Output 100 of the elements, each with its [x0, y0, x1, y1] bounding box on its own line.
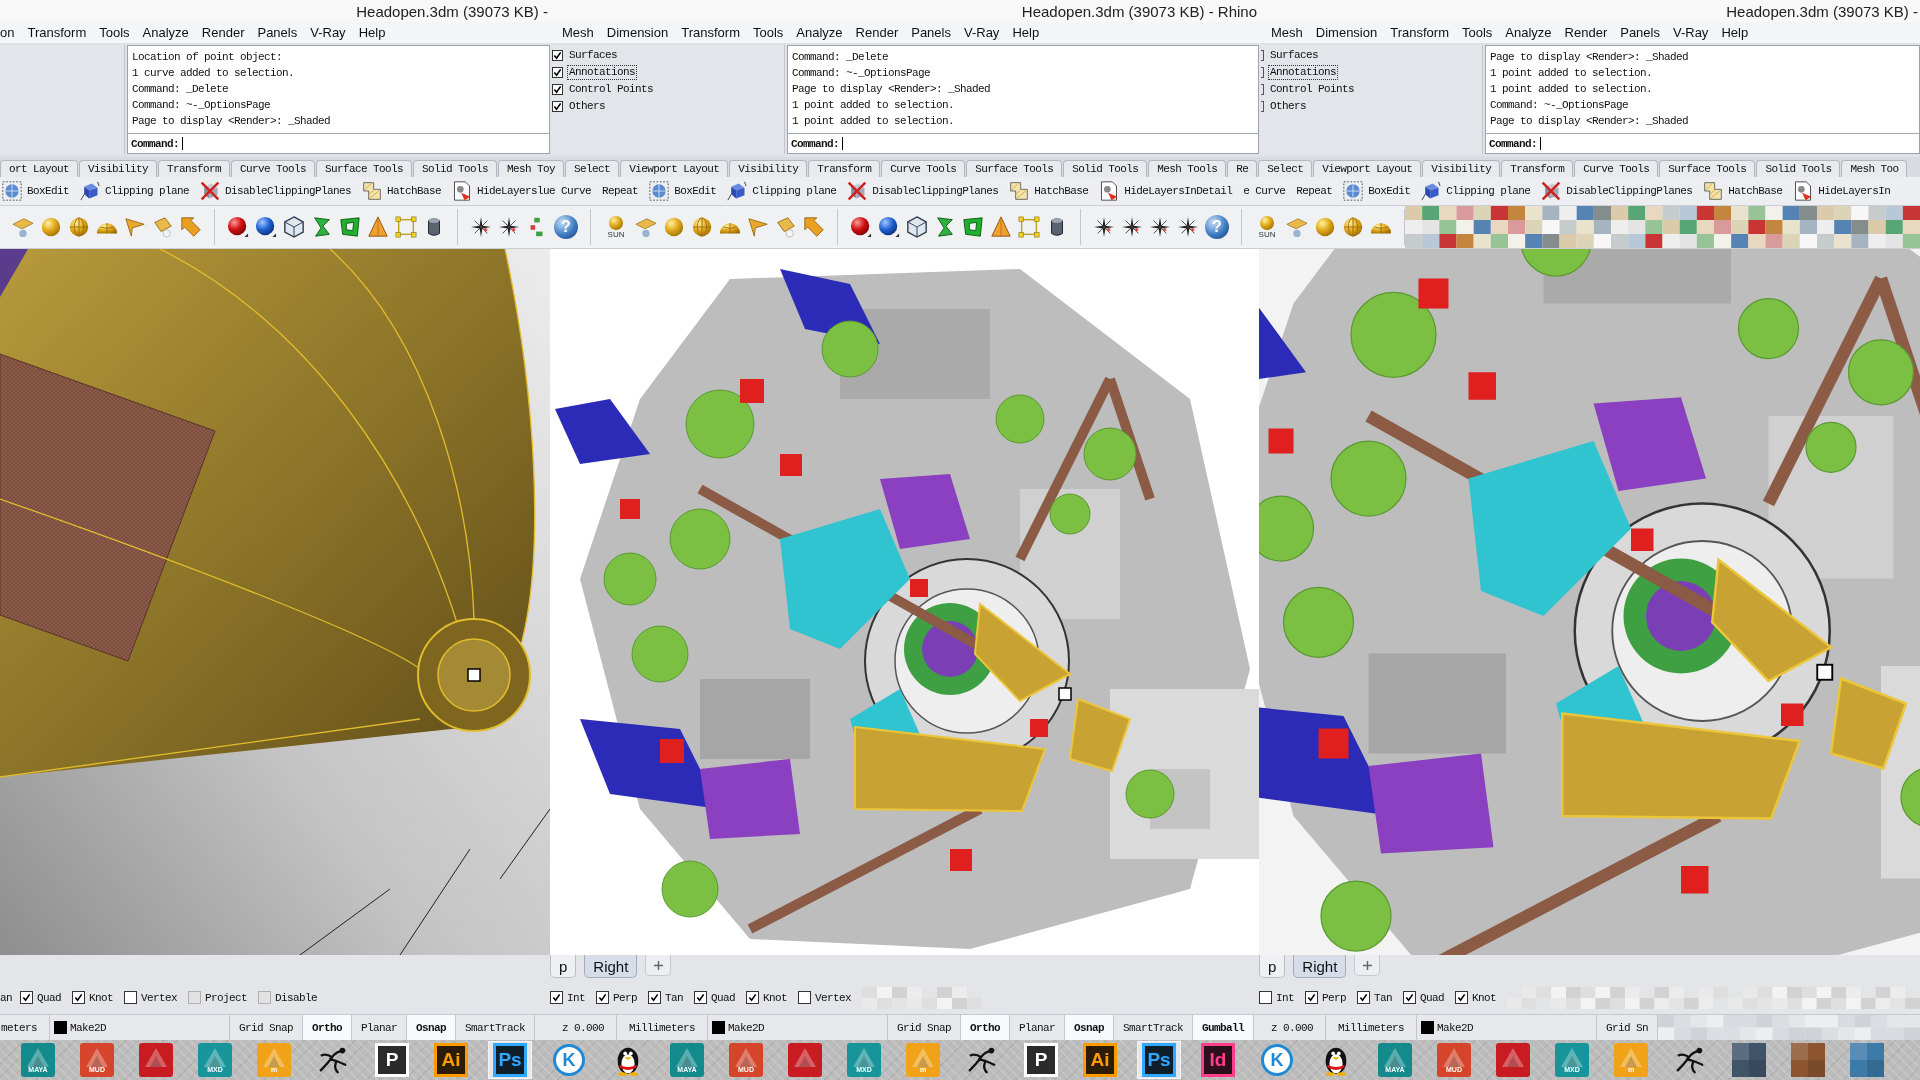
- toolbar-tab[interactable]: Re: [1227, 160, 1258, 177]
- sun-button[interactable]: SUN: [1254, 210, 1280, 244]
- taskbar-app-button[interactable]: Ps: [488, 1041, 532, 1079]
- cone-icon[interactable]: [367, 216, 389, 238]
- sphere-icon[interactable]: [850, 216, 872, 238]
- status-toggle-button[interactable]: Osnap: [407, 1015, 457, 1040]
- checkbox[interactable]: [552, 84, 563, 95]
- toolbar-tab[interactable]: Transform: [1501, 160, 1574, 177]
- checkbox[interactable]: [552, 67, 563, 78]
- tool-button[interactable]: Clipping plane: [1421, 179, 1531, 203]
- toolbar-tab[interactable]: Viewport Layout: [620, 160, 729, 177]
- pennant-icon[interactable]: [152, 216, 174, 238]
- layer-item[interactable]: Others: [1268, 99, 1308, 114]
- cube-icon[interactable]: [283, 216, 305, 238]
- tool-button[interactable]: BoxEdit: [2, 179, 69, 203]
- sphere-icon[interactable]: [227, 216, 249, 238]
- bounding-box-icon[interactable]: [1018, 216, 1040, 238]
- toolbar-tab[interactable]: Solid Tools: [413, 160, 498, 177]
- bounding-box-icon[interactable]: [395, 216, 417, 238]
- pennant-icon[interactable]: [747, 216, 769, 238]
- cone-icon[interactable]: [990, 216, 1012, 238]
- menu-item[interactable]: Transform: [27, 25, 87, 40]
- sphere-icon[interactable]: [255, 216, 277, 238]
- ribbed-sphere-icon[interactable]: [68, 216, 90, 238]
- frame-icon[interactable]: [339, 216, 361, 238]
- toolbar-tab[interactable]: ort Layout: [0, 160, 78, 177]
- tool-button[interactable]: HatchBase: [1009, 179, 1089, 203]
- twisted-shape-icon[interactable]: [311, 216, 333, 238]
- menu-item[interactable]: Mesh: [562, 25, 594, 40]
- menu-item[interactable]: Panels: [1620, 25, 1660, 40]
- pennant-icon[interactable]: [124, 216, 146, 238]
- tool-button[interactable]: HideLayersInDetail: [1099, 179, 1233, 203]
- checkbox[interactable]: [124, 991, 138, 1004]
- checkbox[interactable]: [1403, 991, 1417, 1004]
- menu-item[interactable]: Dimension: [606, 25, 669, 40]
- viewport-tab[interactable]: p: [1259, 955, 1286, 978]
- toolbar-tab[interactable]: Curve Tools: [881, 160, 966, 177]
- frame-icon[interactable]: [962, 216, 984, 238]
- tool-button[interactable]: HideLayersIn: [1793, 179, 1891, 203]
- ribbed-sphere-icon[interactable]: [691, 216, 713, 238]
- toolbar-tab[interactable]: Select: [1258, 160, 1313, 177]
- tool-button[interactable]: HatchBase: [1703, 179, 1783, 203]
- command-button[interactable]: Repeat: [1296, 179, 1333, 203]
- menu-item[interactable]: Analyze: [142, 25, 189, 40]
- twisted-shape-icon[interactable]: [934, 216, 956, 238]
- tool-button[interactable]: HatchBase: [362, 179, 442, 203]
- checkbox[interactable]: [550, 991, 563, 1004]
- checkbox[interactable]: [648, 991, 662, 1004]
- checkbox[interactable]: [552, 101, 563, 112]
- menu-item[interactable]: Mesh: [1271, 25, 1303, 40]
- tool-button[interactable]: Clipping plane: [727, 179, 837, 203]
- add-tab-button[interactable]: [645, 955, 672, 976]
- checkbox[interactable]: [20, 991, 33, 1004]
- toolbar-tab[interactable]: Transform: [158, 160, 231, 177]
- pennant-icon[interactable]: [775, 216, 797, 238]
- checkbox[interactable]: [552, 50, 563, 61]
- layer-item[interactable]: Control Points: [567, 82, 655, 97]
- ribbed-sphere-icon[interactable]: [1342, 216, 1364, 238]
- menu-item[interactable]: Render: [1564, 25, 1608, 40]
- menu-item[interactable]: Tools: [99, 25, 130, 40]
- toolbar-tab[interactable]: Visibility: [729, 160, 808, 177]
- sphere-icon[interactable]: [878, 216, 900, 238]
- tool-button[interactable]: Clipping plane: [80, 179, 190, 203]
- toolbar-tab[interactable]: Viewport Layout: [1313, 160, 1422, 177]
- viewport-tab[interactable]: Right: [1293, 955, 1347, 978]
- menu-item[interactable]: Panels: [911, 25, 951, 40]
- menu-item[interactable]: Transform: [1390, 25, 1449, 40]
- arrow-icon[interactable]: [803, 216, 825, 238]
- status-toggle-button[interactable]: Ortho: [961, 1015, 1011, 1040]
- toolbar-tab[interactable]: Mesh Too: [1841, 160, 1908, 177]
- checkbox[interactable]: [746, 991, 760, 1004]
- checkbox[interactable]: [1455, 991, 1469, 1004]
- toolbar-tab[interactable]: Visibility: [79, 160, 158, 177]
- checkbox[interactable]: [798, 991, 812, 1004]
- arrow-icon[interactable]: [180, 216, 202, 238]
- toolbar-tab[interactable]: Curve Tools: [231, 160, 316, 177]
- checkbox[interactable]: [1259, 991, 1272, 1004]
- menu-item[interactable]: Dimension: [1315, 25, 1378, 40]
- tool-button[interactable]: DisableClippingPlanes: [847, 179, 999, 203]
- toolbar-tab[interactable]: Visibility: [1422, 160, 1501, 177]
- menu-item[interactable]: V-Ray: [1672, 25, 1709, 40]
- sun-button[interactable]: SUN: [603, 210, 629, 244]
- toolbar-tab[interactable]: Curve Tools: [1574, 160, 1659, 177]
- menu-item[interactable]: V-Ray: [310, 25, 346, 40]
- status-toggle-button[interactable]: Ortho: [303, 1015, 353, 1040]
- plane-sphere-icon[interactable]: [1286, 216, 1308, 238]
- layer-item[interactable]: Surfaces: [1268, 48, 1320, 63]
- toolbar-tab[interactable]: Mesh Tools: [1148, 160, 1227, 177]
- menu-item[interactable]: Analyze: [1505, 25, 1552, 40]
- layer-item[interactable]: Annotations: [1268, 65, 1338, 80]
- toolbar-tab[interactable]: Mesh Toy: [498, 160, 565, 177]
- plane-sphere-icon[interactable]: [12, 216, 34, 238]
- checkbox[interactable]: [1357, 991, 1371, 1004]
- menu-item[interactable]: Help: [358, 25, 386, 40]
- status-toggle-button[interactable]: Gumball: [1193, 1015, 1255, 1040]
- menu-item[interactable]: Help: [1721, 25, 1749, 40]
- checkbox[interactable]: [694, 991, 708, 1004]
- checkbox[interactable]: [1305, 991, 1318, 1004]
- menu-item[interactable]: V-Ray: [963, 25, 1000, 40]
- toolbar-tab[interactable]: Solid Tools: [1756, 160, 1841, 177]
